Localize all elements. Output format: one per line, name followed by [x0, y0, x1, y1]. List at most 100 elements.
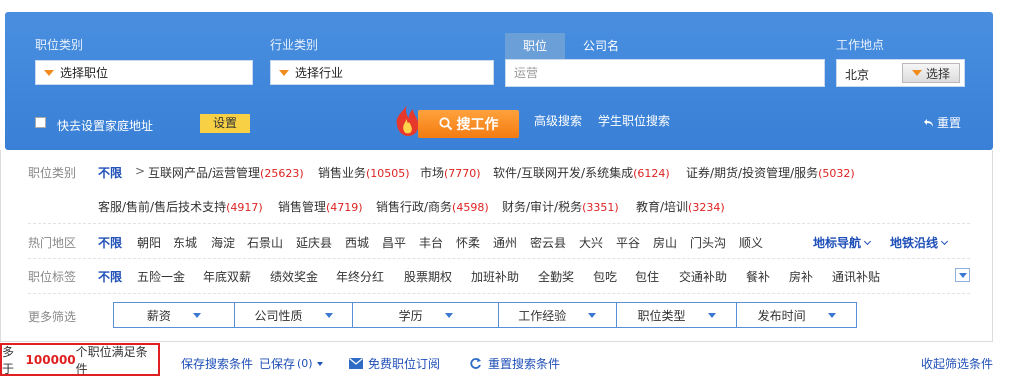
publish-time-label: 发布时间 [757, 308, 806, 323]
search-icon [438, 117, 452, 131]
reset-search-label: 重置搜索条件 [488, 357, 561, 371]
experience-label: 工作经验 [518, 308, 567, 323]
result-count-prefix: 多于 [2, 344, 15, 376]
filter-tag-option[interactable]: 年底双薪 [203, 268, 251, 285]
filter-district-label: 热门地区 [28, 236, 77, 250]
filter-district-option[interactable]: 顺义 [739, 234, 763, 251]
filter-district-option[interactable]: 门头沟 [690, 234, 726, 251]
job-category-label: 职位类别 [35, 38, 84, 52]
filter-district-option[interactable]: 房山 [653, 234, 677, 251]
filter-category-label: 职位类别 [28, 166, 77, 180]
landmark-nav-link[interactable]: 地标导航 [813, 234, 872, 251]
company-type-label: 公司性质 [254, 308, 303, 323]
filter-category-option[interactable]: 软件/互联网开发/系统集成(6124) [493, 164, 670, 181]
student-search-link[interactable]: 学生职位搜索 [598, 112, 670, 129]
publish-time-dropdown[interactable]: 发布时间 [737, 303, 856, 327]
dropdown-arrow-icon [588, 312, 597, 318]
collapse-filters-label: 收起筛选条件 [921, 357, 994, 371]
filter-tag-option[interactable]: 包住 [635, 268, 659, 285]
dropdown-arrow-icon [444, 312, 453, 318]
filter-more-label: 更多筛选 [28, 310, 77, 324]
filter-district-option[interactable]: 石景山 [247, 234, 283, 251]
filter-district-option[interactable]: 延庆县 [296, 234, 332, 251]
divider [28, 293, 970, 294]
location-field[interactable]: 北京 选择 [836, 59, 965, 87]
filter-tags-unlimited[interactable]: 不限 [98, 268, 122, 285]
filter-tag-option[interactable]: 加班补助 [471, 268, 519, 285]
filter-category-option[interactable]: 教育/培训(3234) [636, 198, 725, 215]
tab-company[interactable]: 公司名 [579, 33, 623, 59]
filter-category-option[interactable]: 客服/售前/售后技术支持(4917) [98, 198, 263, 215]
filter-district-option[interactable]: 东城 [173, 234, 197, 251]
filter-district-option[interactable]: 丰台 [419, 234, 443, 251]
job-category-value: 选择职位 [60, 66, 109, 80]
filter-tag-option[interactable]: 通讯补贴 [832, 268, 880, 285]
filter-tag-option[interactable]: 餐补 [746, 268, 770, 285]
filter-district-unlimited[interactable]: 不限 [98, 234, 122, 251]
dropdown-arrow-icon [324, 312, 333, 318]
filter-district-option[interactable]: 海淀 [211, 234, 235, 251]
search-button[interactable]: 搜工作 [418, 110, 519, 138]
filter-district-option[interactable]: 密云县 [530, 234, 566, 251]
location-select-label: 选择 [925, 66, 950, 81]
saved-count: (0) [297, 357, 313, 370]
landmark-nav-label: 地标导航 [813, 236, 862, 250]
salary-dropdown[interactable]: 薪资 [114, 303, 235, 327]
filter-district-option[interactable]: 西城 [345, 234, 369, 251]
filter-category-option[interactable]: 销售业务(10505) [318, 164, 410, 181]
experience-dropdown[interactable]: 工作经验 [499, 303, 617, 327]
filter-tag-option[interactable]: 全勤奖 [538, 268, 574, 285]
reset-label: 重置 [937, 116, 962, 130]
keyword-input[interactable]: 运营 [505, 59, 825, 87]
filter-tag-option[interactable]: 包吃 [593, 268, 617, 285]
expand-tags-button[interactable] [955, 268, 970, 282]
filter-category-option[interactable]: 证券/期货/投资管理/服务(5032) [686, 164, 855, 181]
dropdown-arrow-icon [911, 70, 922, 76]
settings-button[interactable]: 设置 [200, 114, 250, 133]
dropdown-arrow-icon [316, 361, 323, 366]
home-address-checkbox[interactable] [35, 117, 46, 128]
undo-icon [924, 118, 933, 127]
chevron-right-icon: > [135, 164, 146, 178]
filter-category-option[interactable]: 销售管理(4719) [278, 198, 363, 215]
refresh-icon [470, 358, 481, 369]
advanced-search-link[interactable]: 高级搜索 [534, 112, 582, 129]
company-type-dropdown[interactable]: 公司性质 [235, 303, 354, 327]
filter-district-option[interactable]: 朝阳 [137, 234, 161, 251]
chevron-down-icon [940, 237, 949, 245]
filter-category-option[interactable]: 销售行政/商务(4598) [376, 198, 489, 215]
filter-tag-option[interactable]: 房补 [789, 268, 813, 285]
divider [28, 223, 970, 224]
filter-category-option[interactable]: 市场(7770) [420, 164, 481, 181]
job-category-select[interactable]: 选择职位 [35, 60, 253, 85]
subway-link[interactable]: 地铁沿线 [890, 234, 949, 251]
filter-tag-option[interactable]: 年终分红 [336, 268, 384, 285]
subscribe-link[interactable]: 免费职位订阅 [349, 355, 440, 372]
saved-label: 已保存 [259, 357, 296, 371]
job-type-dropdown[interactable]: 职位类型 [617, 303, 738, 327]
reset-search-link[interactable]: 重置搜索条件 [469, 355, 560, 372]
location-select-button[interactable]: 选择 [902, 63, 960, 83]
filter-district-option[interactable]: 平谷 [616, 234, 640, 251]
dropdown-arrow-icon [192, 312, 201, 318]
filter-district-option[interactable]: 怀柔 [456, 234, 480, 251]
education-dropdown[interactable]: 学历 [353, 303, 499, 327]
filter-district-option[interactable]: 通州 [493, 234, 517, 251]
filter-tag-option[interactable]: 五险一金 [137, 268, 185, 285]
filter-tag-option[interactable]: 交通补助 [679, 268, 727, 285]
saved-dropdown[interactable]: 已保存 (0) [259, 355, 323, 372]
collapse-filters-link[interactable]: 收起筛选条件 [921, 355, 993, 372]
save-search-link[interactable]: 保存搜索条件 [181, 355, 253, 372]
filter-district-option[interactable]: 大兴 [579, 234, 603, 251]
filter-category-option[interactable]: 财务/审计/税务(3351) [502, 198, 619, 215]
mail-icon [349, 358, 363, 369]
filter-category-unlimited[interactable]: 不限 [98, 164, 122, 181]
filter-tag-option[interactable]: 绩效奖金 [270, 268, 318, 285]
industry-select[interactable]: 选择行业 [270, 60, 494, 85]
filter-category-option[interactable]: 互联网产品/运营管理(25623) [148, 164, 304, 181]
tab-job[interactable]: 职位 [505, 33, 565, 59]
reset-button[interactable]: 重置 [922, 114, 961, 131]
filter-district-option[interactable]: 昌平 [382, 234, 406, 251]
subscribe-label: 免费职位订阅 [368, 357, 441, 371]
filter-tag-option[interactable]: 股票期权 [404, 268, 452, 285]
